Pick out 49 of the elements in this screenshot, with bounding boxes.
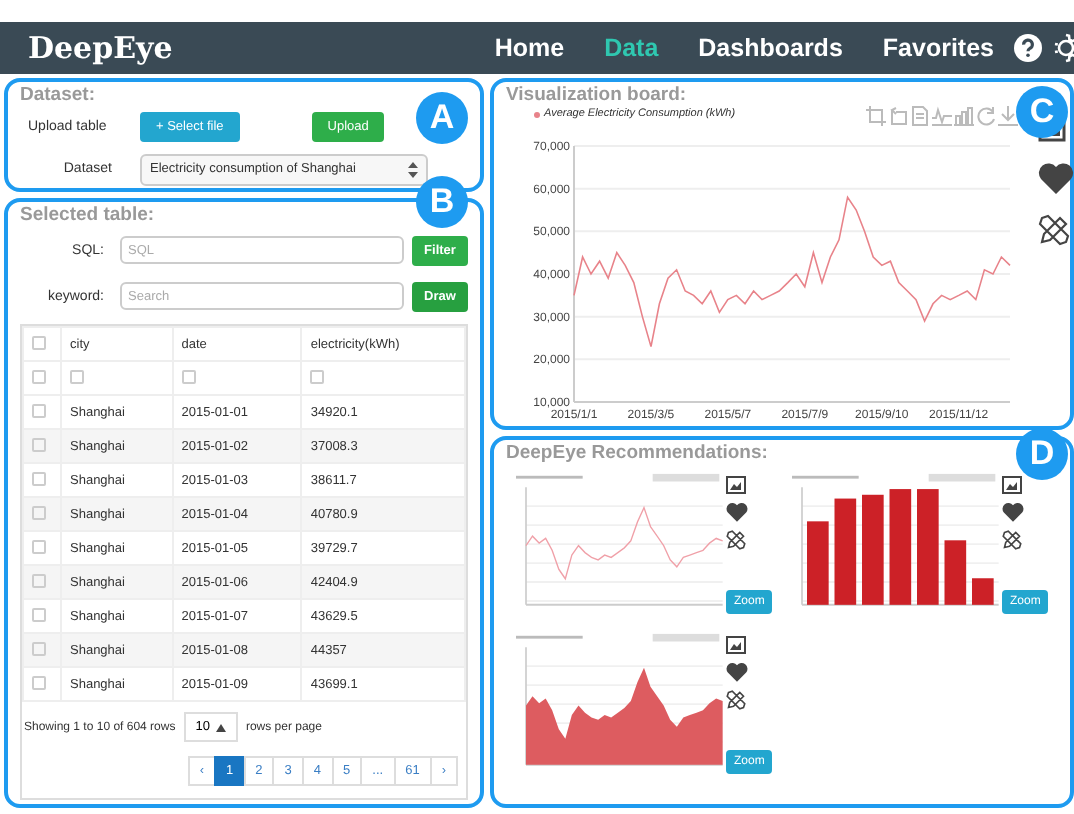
checkbox[interactable] <box>181 370 196 385</box>
nav-link[interactable]: Home <box>494 34 565 62</box>
checkbox[interactable] <box>32 574 46 589</box>
checkbox[interactable] <box>32 336 46 351</box>
image-icon[interactable] <box>726 636 746 654</box>
pencil-ruler-icon[interactable] <box>1002 530 1022 550</box>
checkbox[interactable] <box>32 438 46 453</box>
checkbox[interactable] <box>32 404 46 419</box>
nav-link[interactable]: Dashboards <box>698 34 843 62</box>
checkbox[interactable] <box>32 540 46 555</box>
help-icon[interactable] <box>1014 34 1042 62</box>
checkbox[interactable] <box>310 370 325 385</box>
nav-link[interactable]: Favorites <box>882 34 994 62</box>
download-icon[interactable] <box>998 106 1018 126</box>
updown-icon <box>408 161 418 177</box>
nav-link[interactable]: Data <box>604 34 659 62</box>
image-icon[interactable] <box>1002 476 1022 494</box>
heart-icon[interactable] <box>1002 502 1024 522</box>
pencil-ruler-icon[interactable] <box>726 530 746 550</box>
crop-icon[interactable] <box>866 106 886 126</box>
panel-title: Dataset: <box>20 84 95 106</box>
panel-title: Selected table: <box>20 204 155 226</box>
heart-icon[interactable] <box>726 502 748 522</box>
checkbox[interactable] <box>32 370 46 385</box>
checkbox[interactable] <box>32 676 46 691</box>
heart-icon[interactable] <box>1038 162 1074 194</box>
pencil-ruler-icon[interactable] <box>726 690 746 710</box>
document-icon[interactable] <box>910 106 930 126</box>
panel-marker: C <box>1016 86 1068 138</box>
pencil-ruler-icon[interactable] <box>1038 214 1070 246</box>
settings-icon[interactable] <box>1050 32 1074 64</box>
restore-icon[interactable] <box>888 106 908 126</box>
panel-marker: D <box>1016 428 1068 480</box>
panel-title: DeepEye Recommendations: <box>506 442 768 464</box>
panel-marker: A <box>416 92 468 144</box>
heart-icon[interactable] <box>726 662 748 682</box>
caret-icon <box>215 723 226 731</box>
line-chart-icon[interactable] <box>932 106 952 126</box>
panel-marker: B <box>416 176 468 228</box>
logo: DeepEye <box>28 30 173 66</box>
bar-chart-icon[interactable] <box>954 106 974 126</box>
image-icon[interactable] <box>726 476 746 494</box>
checkbox[interactable] <box>32 472 46 487</box>
panel-title: Visualization board: <box>506 84 687 106</box>
checkbox[interactable] <box>70 370 84 385</box>
checkbox[interactable] <box>32 642 46 657</box>
refresh-icon[interactable] <box>976 106 996 126</box>
checkbox[interactable] <box>32 608 46 623</box>
checkbox[interactable] <box>32 506 46 521</box>
